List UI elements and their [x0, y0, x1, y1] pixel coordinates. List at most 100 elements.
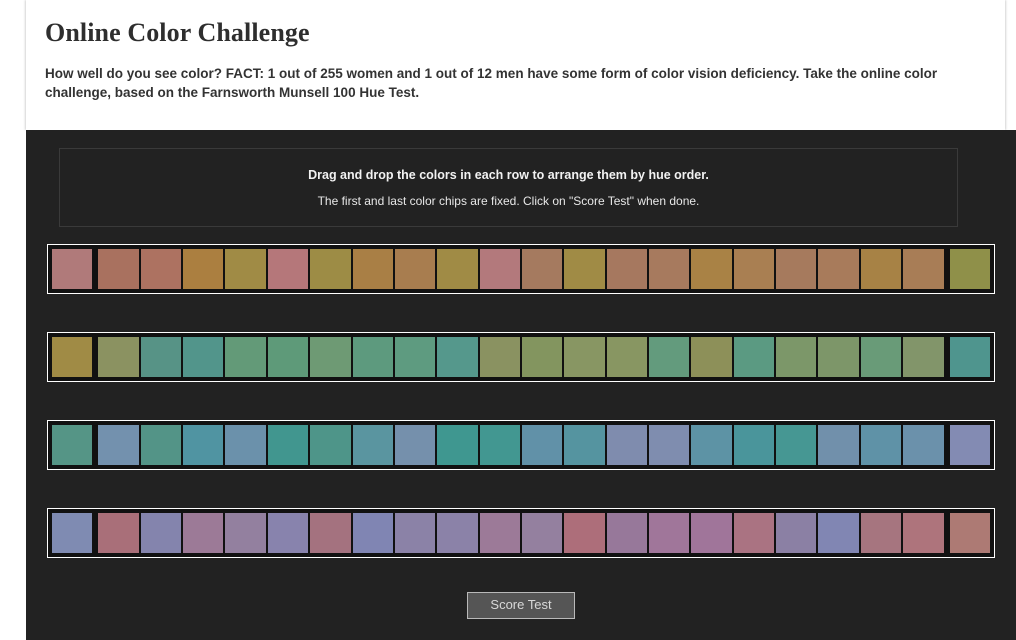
color-chip-fixed-r1-c1: [51, 248, 94, 290]
score-button-container: Score Test: [26, 592, 1016, 619]
color-chip-draggable-r4-c14[interactable]: [605, 512, 649, 554]
instructions-secondary: The first and last color chips are fixed…: [317, 193, 700, 208]
color-chip-draggable-r3-c7[interactable]: [309, 424, 352, 466]
color-chip-draggable-r1-c18[interactable]: [775, 248, 818, 290]
color-chip-draggable-r4-c17[interactable]: [732, 512, 776, 554]
color-row-3: [47, 420, 995, 470]
color-chip-draggable-r1-c17[interactable]: [732, 248, 776, 290]
color-chip-fixed-r3-c22: [948, 424, 991, 466]
color-chip-draggable-r2-c3[interactable]: [139, 336, 183, 378]
color-chip-draggable-r4-c18[interactable]: [775, 512, 818, 554]
color-chip-draggable-r4-c13[interactable]: [563, 512, 606, 554]
score-test-button[interactable]: Score Test: [467, 592, 575, 619]
color-chip-draggable-r3-c19[interactable]: [817, 424, 860, 466]
color-chip-draggable-r4-c3[interactable]: [139, 512, 183, 554]
color-chip-fixed-r4-c22: [948, 512, 991, 554]
color-chip-draggable-r4-c20[interactable]: [859, 512, 903, 554]
color-chip-draggable-r4-c19[interactable]: [817, 512, 860, 554]
color-row-2: [47, 332, 995, 382]
color-chip-draggable-r1-c21[interactable]: [902, 248, 945, 290]
color-chip-draggable-r4-c2[interactable]: [97, 512, 140, 554]
color-challenge-page: Online Color Challenge How well do you s…: [0, 0, 1016, 640]
color-chip-draggable-r3-c3[interactable]: [139, 424, 183, 466]
color-chip-draggable-r1-c8[interactable]: [351, 248, 394, 290]
color-chip-draggable-r1-c4[interactable]: [182, 248, 225, 290]
color-chip-draggable-r3-c17[interactable]: [732, 424, 776, 466]
color-chip-draggable-r2-c15[interactable]: [648, 336, 691, 378]
color-chip-draggable-r2-c11[interactable]: [478, 336, 521, 378]
color-chip-draggable-r1-c6[interactable]: [266, 248, 310, 290]
color-chip-draggable-r1-c19[interactable]: [817, 248, 860, 290]
color-row-4: [47, 508, 995, 558]
color-chip-draggable-r2-c13[interactable]: [563, 336, 606, 378]
color-chip-draggable-r4-c11[interactable]: [478, 512, 521, 554]
color-test-area: Drag and drop the colors in each row to …: [26, 130, 1016, 640]
color-chip-draggable-r3-c11[interactable]: [478, 424, 521, 466]
color-chip-fixed-r2-c1: [51, 336, 94, 378]
color-chip-draggable-r2-c2[interactable]: [97, 336, 140, 378]
color-chip-draggable-r1-c15[interactable]: [648, 248, 691, 290]
page-title: Online Color Challenge: [45, 18, 310, 47]
page-intro-text: How well do you see color? FACT: 1 out o…: [45, 65, 938, 101]
color-chip-draggable-r1-c14[interactable]: [605, 248, 649, 290]
color-chip-draggable-r3-c13[interactable]: [563, 424, 606, 466]
color-chip-draggable-r4-c8[interactable]: [351, 512, 394, 554]
color-chip-draggable-r2-c20[interactable]: [859, 336, 903, 378]
color-chip-draggable-r2-c8[interactable]: [351, 336, 394, 378]
color-chip-draggable-r3-c4[interactable]: [182, 424, 225, 466]
color-chip-draggable-r2-c16[interactable]: [690, 336, 733, 378]
color-chip-draggable-r1-c16[interactable]: [690, 248, 733, 290]
color-chip-draggable-r2-c4[interactable]: [182, 336, 225, 378]
color-chip-draggable-r1-c12[interactable]: [520, 248, 564, 290]
color-chip-draggable-r1-c7[interactable]: [309, 248, 352, 290]
color-chip-draggable-r4-c12[interactable]: [520, 512, 564, 554]
color-chip-draggable-r1-c2[interactable]: [97, 248, 140, 290]
color-chip-draggable-r2-c19[interactable]: [817, 336, 860, 378]
color-chip-draggable-r3-c20[interactable]: [859, 424, 903, 466]
color-chip-draggable-r2-c17[interactable]: [732, 336, 776, 378]
color-chip-draggable-r3-c10[interactable]: [436, 424, 479, 466]
color-chip-draggable-r1-c11[interactable]: [478, 248, 521, 290]
color-chip-draggable-r4-c4[interactable]: [182, 512, 225, 554]
color-chip-draggable-r3-c9[interactable]: [393, 424, 437, 466]
color-chip-draggable-r2-c18[interactable]: [775, 336, 818, 378]
color-chip-fixed-r1-c22: [948, 248, 991, 290]
color-chip-draggable-r4-c9[interactable]: [393, 512, 437, 554]
color-chip-draggable-r1-c3[interactable]: [139, 248, 183, 290]
color-chip-draggable-r4-c10[interactable]: [436, 512, 479, 554]
color-chip-draggable-r3-c2[interactable]: [97, 424, 140, 466]
color-chip-draggable-r2-c21[interactable]: [902, 336, 945, 378]
color-chip-draggable-r1-c10[interactable]: [436, 248, 479, 290]
color-chip-draggable-r4-c15[interactable]: [648, 512, 691, 554]
color-chip-draggable-r3-c14[interactable]: [605, 424, 649, 466]
color-chip-draggable-r3-c16[interactable]: [690, 424, 733, 466]
instructions-primary: Drag and drop the colors in each row to …: [308, 167, 709, 182]
color-rows-container: [26, 244, 1016, 596]
color-chip-draggable-r3-c8[interactable]: [351, 424, 394, 466]
color-chip-draggable-r1-c5[interactable]: [224, 248, 267, 290]
color-chip-fixed-r3-c1: [51, 424, 94, 466]
color-chip-draggable-r2-c14[interactable]: [605, 336, 649, 378]
color-chip-draggable-r3-c21[interactable]: [902, 424, 945, 466]
color-chip-draggable-r2-c6[interactable]: [266, 336, 310, 378]
color-chip-draggable-r3-c15[interactable]: [648, 424, 691, 466]
color-chip-draggable-r2-c12[interactable]: [520, 336, 564, 378]
color-chip-draggable-r4-c21[interactable]: [902, 512, 945, 554]
color-row-1: [47, 244, 995, 294]
color-chip-fixed-r2-c22: [948, 336, 991, 378]
color-chip-draggable-r3-c12[interactable]: [520, 424, 564, 466]
color-chip-draggable-r3-c5[interactable]: [224, 424, 267, 466]
color-chip-draggable-r2-c10[interactable]: [436, 336, 479, 378]
color-chip-draggable-r2-c7[interactable]: [309, 336, 352, 378]
color-chip-draggable-r1-c13[interactable]: [563, 248, 606, 290]
color-chip-draggable-r2-c5[interactable]: [224, 336, 267, 378]
color-chip-draggable-r4-c16[interactable]: [690, 512, 733, 554]
color-chip-draggable-r4-c7[interactable]: [309, 512, 352, 554]
color-chip-draggable-r3-c18[interactable]: [775, 424, 818, 466]
color-chip-draggable-r2-c9[interactable]: [393, 336, 437, 378]
color-chip-draggable-r1-c9[interactable]: [393, 248, 437, 290]
color-chip-draggable-r3-c6[interactable]: [266, 424, 310, 466]
color-chip-draggable-r4-c6[interactable]: [266, 512, 310, 554]
color-chip-draggable-r4-c5[interactable]: [224, 512, 267, 554]
color-chip-draggable-r1-c20[interactable]: [859, 248, 903, 290]
